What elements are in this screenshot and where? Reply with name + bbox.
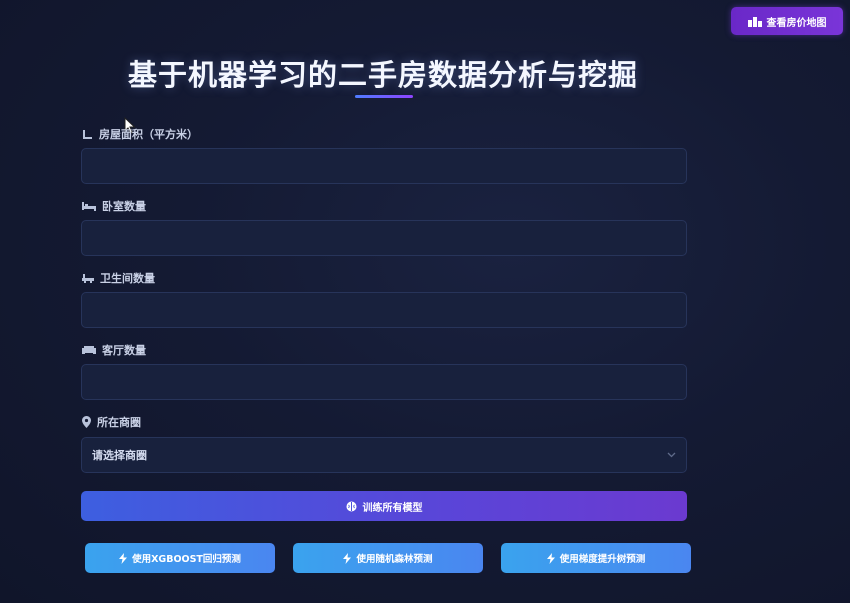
predict-random-forest-button[interactable]: 使用随机森林预测 (293, 543, 483, 573)
train-all-models-label: 训练所有模型 (362, 502, 423, 514)
lightning-icon (546, 552, 555, 564)
ruler-icon (83, 129, 92, 139)
city-map-icon (747, 16, 762, 27)
district-field-label: 所在商圈 (82, 414, 141, 430)
page-title: 基于机器学习的二手房数据分析与挖掘 (127, 58, 638, 92)
sofa-icon (82, 346, 96, 354)
area-field-label: 房屋面积（平方米） (82, 126, 198, 142)
predict-xgboost-button[interactable]: 使用XGBOOST回归预测 (85, 543, 275, 573)
area-input[interactable] (81, 148, 687, 184)
predict-xgboost-label: 使用XGBOOST回归预测 (132, 554, 241, 565)
bathrooms-input[interactable] (81, 292, 687, 328)
view-price-map-button[interactable]: 查看房价地图 (731, 7, 843, 35)
view-price-map-label: 查看房价地图 (766, 17, 827, 29)
predict-random-forest-label: 使用随机森林预测 (356, 554, 433, 565)
livingrooms-field-label: 客厅数量 (82, 342, 146, 358)
livingrooms-input[interactable] (81, 364, 687, 400)
map-pin-icon (82, 416, 91, 428)
bathrooms-field-label: 卫生间数量 (82, 270, 155, 286)
chevron-down-icon (667, 452, 676, 458)
bed-icon (82, 202, 96, 211)
brain-icon (346, 501, 356, 511)
district-select-value: 请选择商圈 (92, 449, 147, 462)
lightning-icon (119, 552, 128, 564)
lightning-icon (343, 552, 352, 564)
predict-gradient-boosting-button[interactable]: 使用梯度提升树预测 (501, 543, 691, 573)
train-all-models-button[interactable]: 训练所有模型 (81, 491, 687, 521)
bathtub-icon (82, 273, 94, 283)
bedrooms-input[interactable] (81, 220, 687, 256)
title-underline (355, 95, 413, 98)
district-select[interactable]: 请选择商圈 (81, 437, 687, 473)
bedrooms-field-label: 卧室数量 (82, 198, 146, 214)
predict-gradient-boosting-label: 使用梯度提升树预测 (559, 554, 646, 565)
